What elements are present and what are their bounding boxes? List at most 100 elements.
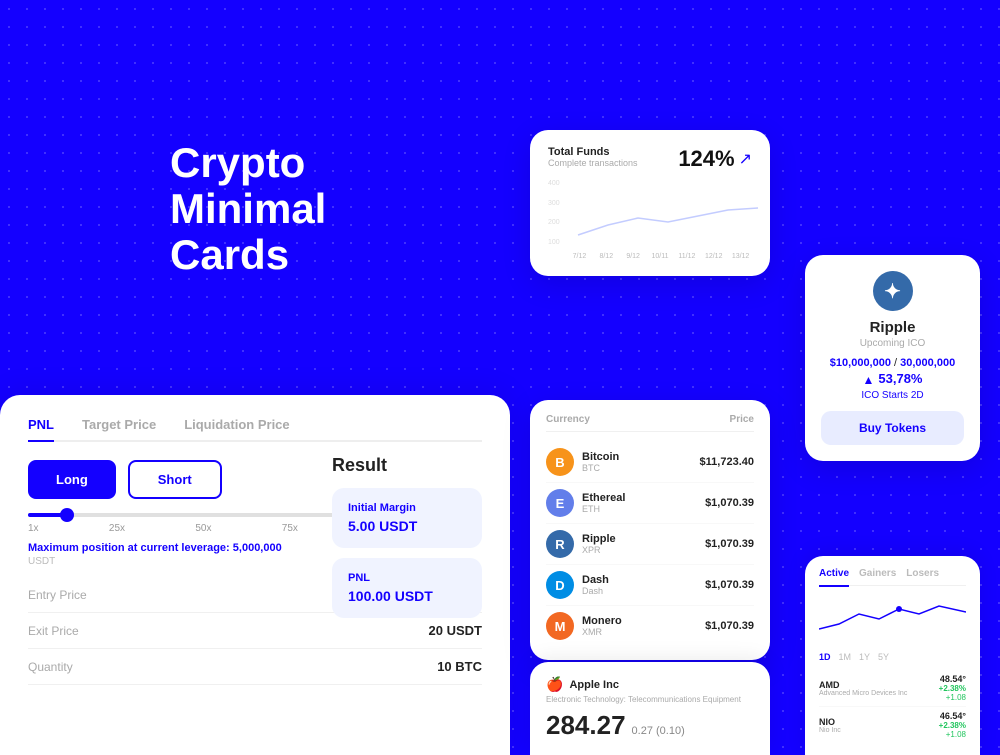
market-change: +2.38%: [939, 721, 966, 730]
max-position-value: 5,000,000: [233, 542, 282, 554]
exit-price-label: Exit Price: [28, 624, 79, 638]
currency-row[interactable]: M Monero XMR $1,070.39: [546, 606, 754, 646]
market-row[interactable]: AMD Advanced Micro Devices Inc 48.54° +2…: [819, 670, 966, 707]
tab-pnl[interactable]: PNL: [28, 417, 54, 442]
hero-section: Crypto Minimal Cards: [170, 140, 326, 279]
short-button[interactable]: Short: [128, 460, 222, 499]
ripple-icon: ✦: [873, 271, 913, 311]
slider-label-50x: 50x: [195, 523, 211, 534]
ripple-ico-label: Upcoming ICO: [821, 338, 964, 349]
time-tab-1d[interactable]: 1D: [819, 652, 831, 662]
currency-price: $1,070.39: [705, 579, 754, 591]
market-amount: +1.08: [939, 693, 966, 702]
currency-info: Ripple XPR: [582, 533, 705, 555]
market-tabs: Active Gainers Losers: [819, 568, 966, 586]
tab-liquidation-price[interactable]: Liquidation Price: [184, 417, 289, 442]
total-funds-title: Total Funds: [548, 146, 638, 158]
currency-icon: D: [546, 571, 574, 599]
total-funds-subtitle: Complete transactions: [548, 158, 638, 168]
currency-symbol: XMR: [582, 627, 705, 637]
arrow-up-icon: ▲: [863, 373, 875, 387]
currency-name: Dash: [582, 574, 705, 586]
quantity-value[interactable]: 10 BTC: [437, 659, 482, 674]
currency-symbol: Dash: [582, 586, 705, 596]
tab-target-price[interactable]: Target Price: [82, 417, 156, 442]
currency-card: Currency Price B Bitcoin BTC $11,723.40 …: [530, 400, 770, 660]
long-button[interactable]: Long: [28, 460, 116, 499]
currency-col1: Currency: [546, 414, 590, 425]
market-fullname: Nio Inc: [819, 727, 841, 734]
time-tab-1y[interactable]: 1Y: [859, 652, 870, 662]
pnl-label: PNL: [348, 572, 466, 584]
ripple-growth-percent: 53,78%: [878, 371, 922, 386]
currency-info: Ethereal ETH: [582, 492, 705, 514]
currency-row[interactable]: R Ripple XPR $1,070.39: [546, 524, 754, 565]
hero-line3: Cards: [170, 231, 289, 278]
time-tab-5y[interactable]: 5Y: [878, 652, 889, 662]
total-funds-card: Total Funds Complete transactions 124% ↗…: [530, 130, 770, 276]
ripple-name: Ripple: [821, 319, 964, 336]
hero-line2: Minimal: [170, 185, 326, 232]
currency-table-header: Currency Price: [546, 414, 754, 432]
market-fullname: Advanced Micro Devices Inc: [819, 690, 907, 697]
currency-icon: R: [546, 530, 574, 558]
entry-price-label: Entry Price: [28, 588, 87, 602]
slider-label-1x: 1x: [28, 523, 39, 534]
currency-row[interactable]: D Dash Dash $1,070.39: [546, 565, 754, 606]
market-row-info: NIO Nio Inc: [819, 717, 841, 734]
market-row-values: 48.54° +2.38% +1.08: [939, 674, 966, 702]
stock-change: 0.27 (0.10): [632, 725, 685, 737]
market-stock-rows: AMD Advanced Micro Devices Inc 48.54° +2…: [819, 670, 966, 743]
market-price: 46.54°: [939, 711, 966, 721]
mini-chart: [819, 594, 966, 644]
y-axis: 400 300 200 100: [548, 180, 568, 246]
main-layout: Crypto Minimal Cards PNL Target Price Li…: [0, 0, 1000, 755]
total-funds-header: Total Funds Complete transactions 124% ↗: [548, 146, 752, 172]
quantity-row: Quantity 10 BTC: [28, 649, 482, 685]
total-funds-percent-group: 124% ↗: [678, 146, 752, 172]
buy-tokens-button[interactable]: Buy Tokens: [821, 411, 964, 445]
currency-icon: M: [546, 612, 574, 640]
currency-info: Bitcoin BTC: [582, 451, 700, 473]
market-row[interactable]: NIO Nio Inc 46.54° +2.38% +1.08: [819, 707, 966, 743]
currency-price: $1,070.39: [705, 538, 754, 550]
currency-row[interactable]: E Ethereal ETH $1,070.39: [546, 483, 754, 524]
slider-thumb: [60, 508, 74, 522]
currency-price: $1,070.39: [705, 620, 754, 632]
time-tab-1m[interactable]: 1M: [839, 652, 852, 662]
pnl-value: 100.00 USDT: [348, 588, 466, 604]
slider-label-75x: 75x: [282, 523, 298, 534]
stock-header: 🍎 Apple Inc: [546, 676, 754, 693]
total-funds-labels: Total Funds Complete transactions: [548, 146, 638, 168]
currency-name: Monero: [582, 615, 705, 627]
currency-icon: B: [546, 448, 574, 476]
stock-price-row: 284.27 0.27 (0.10): [546, 710, 754, 741]
quantity-label: Quantity: [28, 660, 73, 674]
tab-losers[interactable]: Losers: [906, 568, 939, 579]
currency-symbol: XPR: [582, 545, 705, 555]
currency-row[interactable]: B Bitcoin BTC $11,723.40: [546, 442, 754, 483]
currency-name: Ripple: [582, 533, 705, 545]
bar-chart-area: 7/12 8/12 9/12 10/11 11/12 12/12 13/12: [568, 180, 752, 260]
stock-description: Electronic Technology: Telecommunication…: [546, 695, 754, 704]
tab-gainers[interactable]: Gainers: [859, 568, 896, 579]
market-ticker: NIO: [819, 717, 841, 727]
mini-chart-svg: [819, 594, 966, 639]
initial-margin-label: Initial Margin: [348, 502, 466, 514]
pnl-card: PNL Target Price Liquidation Price Long …: [0, 395, 510, 755]
slider-label-25x: 25x: [109, 523, 125, 534]
chart-container: 400 300 200 100 7/12 8/12 9/12 10/11 11/…: [548, 180, 752, 260]
line-chart: [568, 180, 752, 260]
initial-margin-box: Initial Margin 5.00 USDT: [332, 488, 482, 548]
currency-col2: Price: [730, 414, 754, 425]
pnl-tabs: PNL Target Price Liquidation Price: [28, 417, 482, 442]
currency-name: Bitcoin: [582, 451, 700, 463]
currency-icon: E: [546, 489, 574, 517]
currency-price: $1,070.39: [705, 497, 754, 509]
tab-active[interactable]: Active: [819, 568, 849, 587]
market-card: Active Gainers Losers 1D 1M 1Y 5Y AMD Ad…: [805, 556, 980, 755]
currency-rows: B Bitcoin BTC $11,723.40 E Ethereal ETH …: [546, 442, 754, 646]
stock-price: 284.27: [546, 710, 626, 741]
time-tabs: 1D 1M 1Y 5Y: [819, 652, 966, 662]
ripple-card: ✦ Ripple Upcoming ICO $10,000,000 / 30,0…: [805, 255, 980, 461]
